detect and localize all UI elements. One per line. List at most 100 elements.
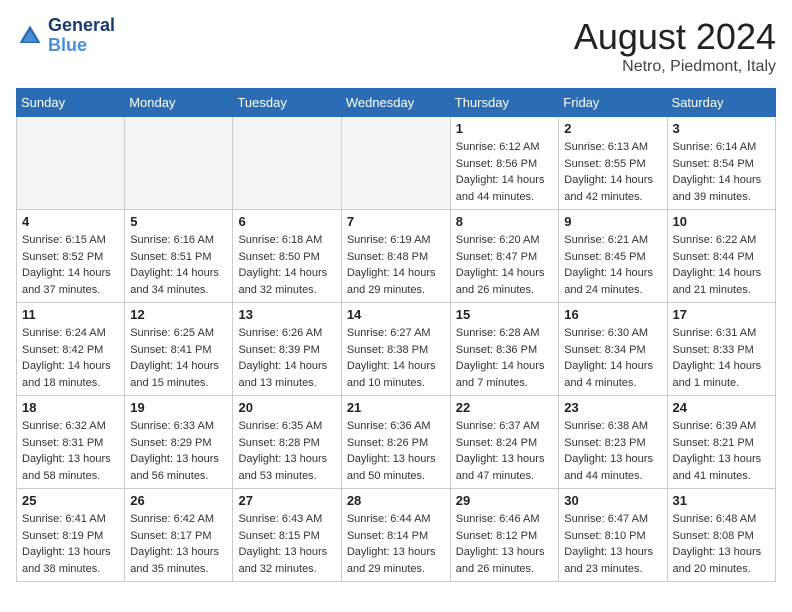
calendar-cell: 5Sunrise: 6:16 AMSunset: 8:51 PMDaylight… <box>125 210 233 303</box>
day-info: Sunrise: 6:48 AMSunset: 8:08 PMDaylight:… <box>673 511 770 577</box>
day-number: 31 <box>673 493 770 508</box>
calendar-cell: 15 Sunrise: 6:28 AMSunset: 8:36 PMDayligh… <box>450 303 559 396</box>
calendar-cell: 23Sunrise: 6:38 AMSunset: 8:23 PMDayligh… <box>559 396 667 489</box>
calendar-cell: 21 Sunrise: 6:36 AMSunset: 8:26 PMDayligh… <box>341 396 450 489</box>
calendar-cell: 9Sunrise: 6:21 AMSunset: 8:45 PMDaylight… <box>559 210 667 303</box>
calendar-body: 1Sunrise: 6:12 AMSunset: 8:56 PMDaylight… <box>17 117 776 582</box>
calendar-cell: 14Sunrise: 6:27 AMSunset: 8:38 PMDayligh… <box>341 303 450 396</box>
calendar-cell: 12 Sunrise: 6:25 AMSunset: 8:41 PMDayligh… <box>125 303 233 396</box>
weekday-header-tuesday: Tuesday <box>233 89 341 117</box>
day-number: 30 <box>564 493 661 508</box>
weekday-header-sunday: Sunday <box>17 89 125 117</box>
calendar-cell: 4 Sunrise: 6:15 AMSunset: 8:52 PMDaylight… <box>17 210 125 303</box>
calendar-cell: 2 Sunrise: 6:13 AMSunset: 8:55 PMDaylight… <box>559 117 667 210</box>
day-info: Sunrise: 6:41 AMSunset: 8:19 PMDaylight:… <box>22 511 119 577</box>
calendar-cell: 1Sunrise: 6:12 AMSunset: 8:56 PMDaylight… <box>450 117 559 210</box>
calendar-cell: 13 Sunrise: 6:26 AMSunset: 8:39 PMDayligh… <box>233 303 341 396</box>
day-number: 7 <box>347 214 445 229</box>
day-number: 22 <box>456 400 554 415</box>
calendar-cell: 18Sunrise: 6:32 AMSunset: 8:31 PMDayligh… <box>17 396 125 489</box>
day-info: Sunrise: 6:21 AMSunset: 8:45 PMDaylight:… <box>564 232 661 298</box>
calendar-cell: 26 Sunrise: 6:42 AMSunset: 8:17 PMDayligh… <box>125 489 233 582</box>
calendar-cell: 10Sunrise: 6:22 AMSunset: 8:44 PMDayligh… <box>667 210 775 303</box>
day-number: 2 <box>564 121 661 136</box>
week-row-1: 1Sunrise: 6:12 AMSunset: 8:56 PMDaylight… <box>17 117 776 210</box>
day-number: 20 <box>238 400 335 415</box>
day-number: 15 <box>456 307 554 322</box>
day-info: Sunrise: 6:26 AMSunset: 8:39 PMDaylight:… <box>238 325 335 391</box>
month-title: August 2024 <box>574 16 776 58</box>
day-number: 28 <box>347 493 445 508</box>
calendar-cell: 11 Sunrise: 6:24 AMSunset: 8:42 PMDayligh… <box>17 303 125 396</box>
day-info: Sunrise: 6:20 AMSunset: 8:47 PMDaylight:… <box>456 232 554 298</box>
calendar-table: SundayMondayTuesdayWednesdayThursdayFrid… <box>16 88 776 582</box>
day-number: 1 <box>456 121 554 136</box>
day-info: Sunrise: 6:24 AMSunset: 8:42 PMDaylight:… <box>22 325 119 391</box>
day-info: Sunrise: 6:42 AMSunset: 8:17 PMDaylight:… <box>130 511 227 577</box>
calendar-cell: 19 Sunrise: 6:33 AMSunset: 8:29 PMDayligh… <box>125 396 233 489</box>
day-number: 13 <box>238 307 335 322</box>
day-info: Sunrise: 6:14 AMSunset: 8:54 PMDaylight:… <box>673 139 770 205</box>
location: Netro, Piedmont, Italy <box>574 58 776 76</box>
calendar-cell <box>341 117 450 210</box>
calendar-cell <box>125 117 233 210</box>
calendar-cell: 7 Sunrise: 6:19 AMSunset: 8:48 PMDaylight… <box>341 210 450 303</box>
day-info: Sunrise: 6:37 AMSunset: 8:24 PMDaylight:… <box>456 418 554 484</box>
day-info: Sunrise: 6:13 AMSunset: 8:55 PMDaylight:… <box>564 139 661 205</box>
day-info: Sunrise: 6:31 AMSunset: 8:33 PMDaylight:… <box>673 325 770 391</box>
week-row-3: 11 Sunrise: 6:24 AMSunset: 8:42 PMDayligh… <box>17 303 776 396</box>
day-info: Sunrise: 6:43 AMSunset: 8:15 PMDaylight:… <box>238 511 335 577</box>
calendar-cell: 27 Sunrise: 6:43 AMSunset: 8:15 PMDayligh… <box>233 489 341 582</box>
day-info: Sunrise: 6:28 AMSunset: 8:36 PMDaylight:… <box>456 325 554 391</box>
day-info: Sunrise: 6:33 AMSunset: 8:29 PMDaylight:… <box>130 418 227 484</box>
calendar-cell: 31 Sunrise: 6:48 AMSunset: 8:08 PMDayligh… <box>667 489 775 582</box>
calendar-cell: 24Sunrise: 6:39 AMSunset: 8:21 PMDayligh… <box>667 396 775 489</box>
calendar-cell: 25 Sunrise: 6:41 AMSunset: 8:19 PMDayligh… <box>17 489 125 582</box>
day-info: Sunrise: 6:36 AMSunset: 8:26 PMDaylight:… <box>347 418 445 484</box>
day-info: Sunrise: 6:25 AMSunset: 8:41 PMDaylight:… <box>130 325 227 391</box>
day-number: 17 <box>673 307 770 322</box>
weekday-header-saturday: Saturday <box>667 89 775 117</box>
day-number: 8 <box>456 214 554 229</box>
weekday-header-wednesday: Wednesday <box>341 89 450 117</box>
logo: General Blue <box>16 16 115 56</box>
day-number: 24 <box>673 400 770 415</box>
day-number: 6 <box>238 214 335 229</box>
title-area: August 2024 Netro, Piedmont, Italy <box>574 16 776 76</box>
day-number: 26 <box>130 493 227 508</box>
day-number: 11 <box>22 307 119 322</box>
page-header: General Blue August 2024 Netro, Piedmont… <box>16 16 776 76</box>
week-row-2: 4 Sunrise: 6:15 AMSunset: 8:52 PMDaylight… <box>17 210 776 303</box>
day-number: 5 <box>130 214 227 229</box>
day-info: Sunrise: 6:19 AMSunset: 8:48 PMDaylight:… <box>347 232 445 298</box>
day-number: 14 <box>347 307 445 322</box>
calendar-cell: 20 Sunrise: 6:35 AMSunset: 8:28 PMDayligh… <box>233 396 341 489</box>
day-number: 23 <box>564 400 661 415</box>
week-row-5: 25 Sunrise: 6:41 AMSunset: 8:19 PMDayligh… <box>17 489 776 582</box>
day-info: Sunrise: 6:15 AMSunset: 8:52 PMDaylight:… <box>22 232 119 298</box>
calendar-cell <box>17 117 125 210</box>
calendar-cell: 29Sunrise: 6:46 AMSunset: 8:12 PMDayligh… <box>450 489 559 582</box>
day-info: Sunrise: 6:44 AMSunset: 8:14 PMDaylight:… <box>347 511 445 577</box>
calendar-header: SundayMondayTuesdayWednesdayThursdayFrid… <box>17 89 776 117</box>
calendar-cell: 8 Sunrise: 6:20 AMSunset: 8:47 PMDaylight… <box>450 210 559 303</box>
day-number: 21 <box>347 400 445 415</box>
calendar-cell: 30 Sunrise: 6:47 AMSunset: 8:10 PMDayligh… <box>559 489 667 582</box>
day-number: 27 <box>238 493 335 508</box>
calendar-cell: 28 Sunrise: 6:44 AMSunset: 8:14 PMDayligh… <box>341 489 450 582</box>
day-number: 12 <box>130 307 227 322</box>
day-info: Sunrise: 6:22 AMSunset: 8:44 PMDaylight:… <box>673 232 770 298</box>
day-number: 4 <box>22 214 119 229</box>
day-info: Sunrise: 6:47 AMSunset: 8:10 PMDaylight:… <box>564 511 661 577</box>
logo-icon <box>16 22 44 50</box>
day-number: 19 <box>130 400 227 415</box>
calendar-cell: 6Sunrise: 6:18 AMSunset: 8:50 PMDaylight… <box>233 210 341 303</box>
day-info: Sunrise: 6:35 AMSunset: 8:28 PMDaylight:… <box>238 418 335 484</box>
day-number: 16 <box>564 307 661 322</box>
day-number: 25 <box>22 493 119 508</box>
day-info: Sunrise: 6:30 AMSunset: 8:34 PMDaylight:… <box>564 325 661 391</box>
day-number: 3 <box>673 121 770 136</box>
calendar-cell: 17 Sunrise: 6:31 AMSunset: 8:33 PMDayligh… <box>667 303 775 396</box>
weekday-header-thursday: Thursday <box>450 89 559 117</box>
logo-text: General Blue <box>48 16 115 56</box>
